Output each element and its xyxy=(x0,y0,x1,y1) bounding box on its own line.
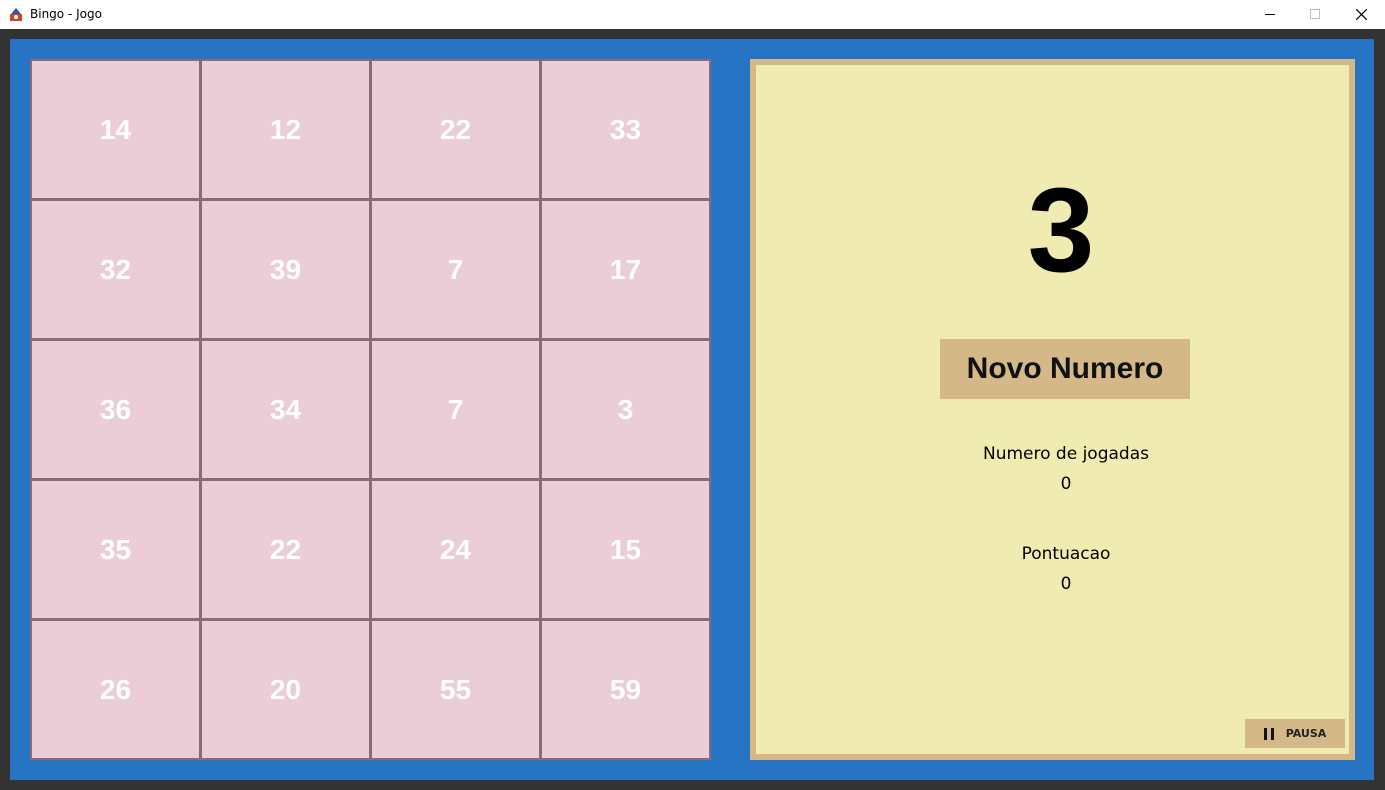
bingo-cell[interactable]: 3 xyxy=(542,341,709,478)
bingo-cell[interactable]: 32 xyxy=(32,201,199,338)
bingo-cell[interactable]: 36 xyxy=(32,341,199,478)
bingo-cell[interactable]: 33 xyxy=(542,61,709,198)
title-bar: Bingo - Jogo xyxy=(0,0,1385,29)
bingo-cell[interactable]: 20 xyxy=(202,621,369,758)
maximize-button[interactable] xyxy=(1292,0,1338,29)
minimize-icon xyxy=(1264,14,1275,15)
bingo-cell[interactable]: 22 xyxy=(372,61,539,198)
current-number: 3 xyxy=(1027,163,1095,297)
java-app-icon xyxy=(10,8,22,21)
window-title: Bingo - Jogo xyxy=(30,7,102,21)
bingo-cell[interactable]: 12 xyxy=(202,61,369,198)
bingo-cell[interactable]: 55 xyxy=(372,621,539,758)
minimize-button[interactable] xyxy=(1247,0,1293,29)
plays-label: Numero de jogadas xyxy=(983,444,1149,464)
bingo-cell[interactable]: 15 xyxy=(542,481,709,618)
bingo-cell[interactable]: 34 xyxy=(202,341,369,478)
close-icon xyxy=(1355,9,1367,20)
close-button[interactable] xyxy=(1338,0,1384,29)
bingo-cell[interactable]: 59 xyxy=(542,621,709,758)
plays-value: 0 xyxy=(1060,474,1072,494)
bingo-cell[interactable]: 22 xyxy=(202,481,369,618)
bingo-cell[interactable]: 26 xyxy=(32,621,199,758)
score-label: Pontuacao xyxy=(1021,544,1111,564)
new-number-button[interactable]: Novo Numero xyxy=(940,339,1190,399)
bingo-cell[interactable]: 35 xyxy=(32,481,199,618)
score-value: 0 xyxy=(1060,574,1072,594)
pause-button[interactable]: PAUSA xyxy=(1245,719,1345,748)
bingo-cell[interactable]: 7 xyxy=(372,201,539,338)
bingo-cell[interactable]: 7 xyxy=(372,341,539,478)
bingo-card: 14 12 22 33 32 39 7 17 36 34 7 3 35 22 2… xyxy=(30,59,711,760)
bingo-cell[interactable]: 17 xyxy=(542,201,709,338)
bingo-cell[interactable]: 39 xyxy=(202,201,369,338)
pause-label: PAUSA xyxy=(1285,727,1327,740)
pause-icon xyxy=(1263,727,1274,740)
bingo-cell[interactable]: 14 xyxy=(32,61,199,198)
bingo-cell[interactable]: 24 xyxy=(372,481,539,618)
maximize-icon xyxy=(1309,9,1320,19)
